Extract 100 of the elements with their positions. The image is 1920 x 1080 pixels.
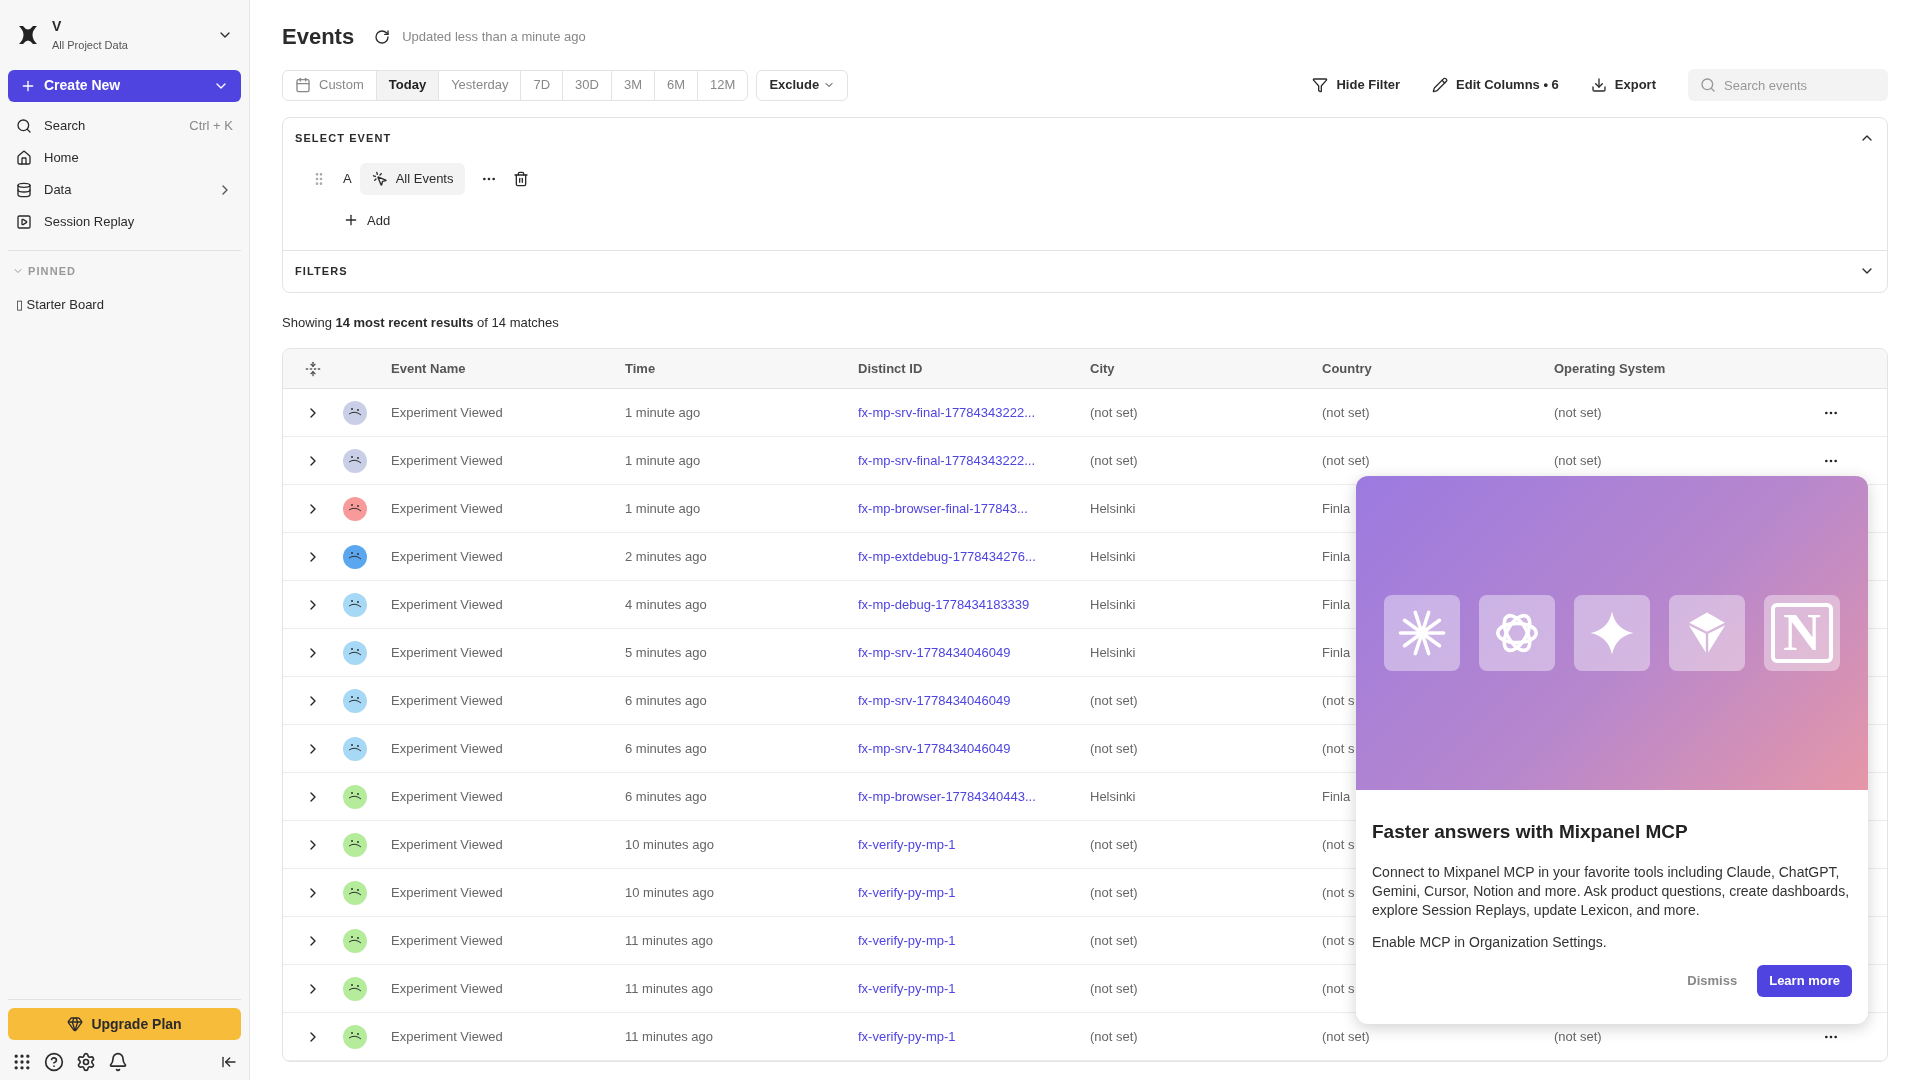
edit-icon [1432,77,1449,93]
bell-icon[interactable] [108,1052,128,1072]
column-header[interactable]: Operating System [1554,358,1774,379]
date-range-tab[interactable]: Custom [283,70,376,100]
distinct-id-link[interactable]: fx-mp-extdebug-1778434276... [858,546,1036,567]
table-cell-text: (not set) [1554,451,1602,470]
project-subtitle: All Project Data [52,38,129,53]
table-cell-text: (not set) [1090,403,1138,422]
column-header[interactable]: Distinct ID [858,358,1090,379]
add-event-button[interactable]: Add [343,210,391,230]
promo-body: Connect to Mixpanel MCP in your favorite tools including Claude, ChatGPT, Gemini, Cursor, Notion and more. Ask product questions, create dashboards, explore Session Replays, update Lexicon, and more. [1372,862,1851,920]
date-range-tab[interactable]: 12M [697,70,748,100]
table-cell-text: Experiment Viewed [391,931,503,950]
table-cell-text: (not s [1322,835,1355,854]
table-cell-text: 11 minutes ago [625,1027,713,1046]
table-cell-text: Experiment Viewed [391,643,503,662]
refresh-icon[interactable] [374,28,391,45]
table-cell-text: 10 minutes ago [625,835,714,854]
search-field[interactable]: Search events [1688,69,1888,101]
distinct-id-link[interactable]: fx-mp-srv-1778434046049 [858,738,1011,759]
nav-item[interactable]: Home [8,141,241,174]
table-cell-text: (not set) [1090,979,1138,998]
toolbar-action[interactable]: Edit Columns • 6 [1432,75,1559,95]
distinct-id-link[interactable]: fx-mp-browser-final-177843... [858,498,1028,519]
distinct-id-link[interactable]: fx-mp-srv-final-17784343222... [858,402,1036,423]
table-cell-text: (not set) [1090,739,1138,758]
replay-nav-icon [16,213,32,230]
table-cell-text: Experiment Viewed [391,979,503,998]
date-range-tab[interactable]: Today [375,70,439,100]
table-cell-text: Experiment Viewed [391,595,503,614]
trash-icon[interactable] [513,170,530,187]
table-cell-text: (not s [1322,739,1355,758]
upgrade-plan-button[interactable]: Upgrade Plan [8,1008,241,1040]
promo-note: Enable MCP in Organization Settings. [1372,932,1608,952]
table-cell-text: (not set) [1322,403,1370,422]
table-cell-text: Helsinki [1090,595,1136,614]
table-cell-text: (not set) [1090,883,1138,902]
nav-item[interactable]: Search Ctrl + K [8,109,241,142]
distinct-id-link[interactable]: fx-verify-py-mp-1 [858,978,956,999]
column-header[interactable]: Time [625,358,858,379]
help-icon[interactable] [44,1052,64,1072]
table-cell-text: 11 minutes ago [625,979,713,998]
table-cell-text: (not set) [1090,1027,1138,1046]
table-cell-text: Helsinki [1090,499,1136,518]
distinct-id-link[interactable]: fx-verify-py-mp-1 [858,1026,956,1047]
dismiss-button[interactable]: Dismiss [1687,970,1738,991]
table-cell-text: 6 minutes ago [625,691,707,710]
nav-item[interactable]: Session Replay [8,205,241,238]
settings-icon[interactable] [76,1052,96,1072]
updated-text: Updated less than a minute ago [402,27,586,46]
distinct-id-link[interactable]: fx-mp-srv-final-17784343222... [858,450,1036,471]
create-new-button[interactable]: Create New [8,69,241,102]
date-range-tab[interactable]: 7D [520,70,563,100]
apps-grid-icon[interactable] [12,1052,32,1072]
data-nav-icon [16,181,32,198]
project-name: V [52,17,63,36]
learn-more-button[interactable]: Learn more [1757,964,1852,997]
table-cell-text: 5 minutes ago [625,643,707,662]
table-cell-text: Experiment Viewed [391,499,503,518]
distinct-id-link[interactable]: fx-verify-py-mp-1 [858,834,956,855]
collapse-sidebar-icon[interactable] [221,1054,237,1070]
table-cell-text: 4 minutes ago [625,595,707,614]
distinct-id-link[interactable]: fx-verify-py-mp-1 [858,930,956,951]
export-icon [1590,77,1607,93]
column-header[interactable]: Country [1322,358,1554,379]
search-icon [1700,77,1716,93]
table-cell-text: Helsinki [1090,643,1136,662]
distinct-id-link[interactable]: fx-mp-browser-17784340443... [858,786,1036,807]
pinned-item[interactable]: ▯ Starter Board [8,295,241,315]
nav-item[interactable]: Data [8,173,241,206]
distinct-id-link[interactable]: fx-verify-py-mp-1 [858,882,956,903]
distinct-id-link[interactable]: fx-mp-srv-1778434046049 [858,690,1011,711]
date-range-tab[interactable]: Yesterday [438,70,521,100]
table-cell-text: (not set) [1322,1027,1370,1046]
date-range-tab[interactable]: 3M [610,70,654,100]
column-header[interactable]: Event Name [391,358,625,379]
event-selector[interactable]: All Events [359,162,466,195]
collapse-rows-icon[interactable] [305,360,321,377]
distinct-id-link[interactable]: fx-mp-debug-1778434183339 [858,594,1030,615]
table-cell-text: Finla [1322,595,1351,614]
cursor-click-icon [371,170,388,187]
table-cell-text: Finla [1322,643,1351,662]
table-cell-text: (not s [1322,691,1355,710]
toolbar-action[interactable]: Export [1590,75,1656,95]
date-range-tab[interactable]: 30D [562,70,611,100]
table-cell-text: (not set) [1090,691,1138,710]
table-cell-text: (not s [1322,883,1355,902]
table-cell-text: Experiment Viewed [391,691,503,710]
table-cell-text: Experiment Viewed [391,547,503,566]
exclude-dropdown[interactable]: Exclude [756,69,849,101]
column-header[interactable]: City [1090,358,1322,379]
search-nav-icon [16,117,32,134]
date-range-tab[interactable]: 6M [654,70,698,100]
toolbar-action[interactable]: Hide Filter [1312,75,1401,95]
distinct-id-link[interactable]: fx-mp-srv-1778434046049 [858,642,1011,663]
table-cell-text: (not set) [1090,931,1138,950]
table-cell-text: (not set) [1554,1027,1602,1046]
table-cell-text: 10 minutes ago [625,883,714,902]
home-nav-icon [16,149,32,166]
table-cell-text: 1 minute ago [625,499,701,518]
